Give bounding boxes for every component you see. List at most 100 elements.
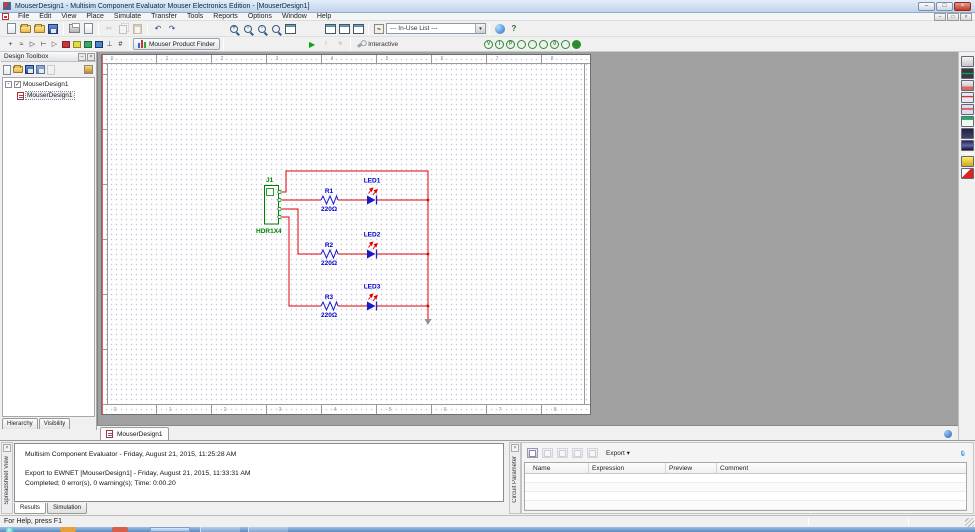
column-preview[interactable]: Preview bbox=[669, 463, 692, 474]
zoom-full-button[interactable] bbox=[283, 22, 297, 36]
panel-minimize-button[interactable]: – bbox=[78, 53, 86, 61]
maximize-button[interactable]: □ bbox=[936, 2, 953, 11]
print-button[interactable] bbox=[67, 22, 81, 36]
results-output[interactable]: Multisim Component Evaluator - Friday, A… bbox=[14, 443, 504, 502]
toggle-netlist-viewer-button[interactable] bbox=[351, 22, 365, 36]
oscilloscope-button[interactable] bbox=[961, 92, 974, 103]
menu-file[interactable]: File bbox=[13, 13, 34, 21]
current-clamp-button[interactable] bbox=[961, 168, 974, 179]
logic-analyzer-button[interactable] bbox=[961, 140, 974, 151]
new-button[interactable] bbox=[4, 22, 18, 36]
tree-checkbox[interactable]: ✓ bbox=[14, 81, 21, 88]
tree-root-label[interactable]: MouserDesign1 bbox=[23, 81, 69, 88]
taskbar-item[interactable] bbox=[60, 527, 76, 532]
spreadsheet-close-button[interactable]: × bbox=[3, 444, 11, 452]
place-misc-digital-button[interactable] bbox=[82, 38, 93, 50]
open-button[interactable] bbox=[18, 22, 32, 36]
move-down-button[interactable] bbox=[572, 448, 583, 458]
probe-diff-voltage-icon[interactable] bbox=[517, 40, 526, 49]
place-ttl-button[interactable] bbox=[60, 38, 71, 50]
resistor-r1[interactable]: R1 220Ω bbox=[321, 188, 338, 213]
tab-mouserdesign1[interactable]: MouserDesign1 bbox=[100, 427, 169, 440]
mdi-document-icon[interactable] bbox=[2, 13, 9, 20]
save-button[interactable] bbox=[46, 22, 60, 36]
move-up-button[interactable] bbox=[557, 448, 568, 458]
column-expression[interactable]: Expression bbox=[592, 463, 624, 474]
print-preview-button[interactable] bbox=[81, 22, 95, 36]
tab-bar-globe-icon[interactable] bbox=[944, 430, 952, 438]
panel-close-button[interactable]: × bbox=[87, 53, 95, 61]
help-button[interactable]: ? bbox=[961, 450, 965, 456]
close-button[interactable]: × bbox=[954, 2, 971, 11]
open-design-icon[interactable] bbox=[13, 66, 23, 73]
delete-icon[interactable] bbox=[47, 65, 55, 75]
place-indicator-button[interactable] bbox=[93, 38, 104, 50]
probe-settings-icon[interactable] bbox=[572, 40, 581, 49]
add-parameter-button[interactable] bbox=[527, 448, 538, 458]
circuit-parameters-close-button[interactable]: × bbox=[511, 444, 519, 452]
wires[interactable] bbox=[282, 171, 428, 320]
menu-window[interactable]: Window bbox=[277, 13, 312, 21]
parameters-table[interactable]: Name Expression Preview Comment bbox=[524, 462, 967, 511]
place-diode-button[interactable]: ▷ bbox=[27, 38, 38, 50]
probe-volt-current-icon[interactable] bbox=[528, 40, 537, 49]
probe-clamp-icon[interactable] bbox=[561, 40, 570, 49]
connector-j1[interactable]: J1 HDR1X4 bbox=[256, 177, 282, 235]
column-comment[interactable]: Comment bbox=[720, 463, 748, 474]
menu-edit[interactable]: Edit bbox=[34, 13, 56, 21]
place-analog-button[interactable]: ▷ bbox=[49, 38, 60, 50]
function-generator-button[interactable] bbox=[961, 68, 974, 79]
tab-results[interactable]: Results bbox=[14, 503, 46, 514]
resistor-r2[interactable]: R2 220Ω bbox=[321, 242, 338, 267]
run-simulation-button[interactable]: ▶ bbox=[305, 37, 319, 51]
place-connector-button[interactable]: # bbox=[115, 38, 126, 50]
toggle-spreadsheet-view-button[interactable] bbox=[337, 22, 351, 36]
menu-reports[interactable]: Reports bbox=[208, 13, 243, 21]
toggle-design-toolbox-button[interactable] bbox=[323, 22, 337, 36]
tab-hierarchy[interactable]: Hierarchy bbox=[2, 418, 38, 429]
table-row[interactable] bbox=[525, 501, 966, 510]
tab-simulation[interactable]: Simulation bbox=[47, 503, 87, 514]
chevron-down-icon[interactable]: ▼ bbox=[475, 24, 485, 33]
place-transistor-button[interactable]: ⊢ bbox=[38, 38, 49, 50]
probe-voltage-icon[interactable]: V bbox=[484, 40, 493, 49]
redo-button[interactable]: ↷ bbox=[165, 22, 179, 36]
export-menu-button[interactable]: Export ▾ bbox=[606, 449, 630, 457]
taskbar-item[interactable] bbox=[200, 527, 240, 532]
mdi-restore-button[interactable]: □ bbox=[947, 13, 959, 21]
probe-current-icon[interactable]: I bbox=[495, 40, 504, 49]
table-row[interactable] bbox=[525, 492, 966, 501]
taskbar-item[interactable] bbox=[248, 527, 288, 532]
menu-place[interactable]: Place bbox=[81, 13, 109, 21]
four-channel-oscilloscope-button[interactable] bbox=[961, 104, 974, 115]
design-settings-icon[interactable] bbox=[84, 65, 93, 74]
table-row[interactable] bbox=[525, 483, 966, 492]
education-web-button[interactable] bbox=[493, 22, 507, 36]
tree-child-label[interactable]: MouserDesign1 bbox=[26, 92, 74, 99]
zoom-out-button[interactable]: - bbox=[241, 22, 255, 36]
taskbar-item-active[interactable] bbox=[150, 527, 190, 532]
menu-tools[interactable]: Tools bbox=[182, 13, 208, 21]
menu-transfer[interactable]: Transfer bbox=[146, 13, 182, 21]
tab-visibility[interactable]: Visibility bbox=[39, 418, 71, 429]
in-use-list-select[interactable]: --- In-Use List --- ▼ bbox=[386, 23, 486, 34]
bode-plotter-button[interactable] bbox=[961, 116, 974, 127]
tree-child-row[interactable]: MouserDesign1 bbox=[3, 91, 94, 100]
tree-root-row[interactable]: - ✓ MouserDesign1 bbox=[3, 80, 94, 89]
stop-simulation-button[interactable]: ■ bbox=[333, 37, 347, 51]
place-source-button[interactable]: + bbox=[5, 38, 16, 50]
place-cmos-button[interactable] bbox=[71, 38, 82, 50]
frequency-counter-button[interactable] bbox=[961, 128, 974, 139]
delete-parameter-button[interactable] bbox=[542, 448, 553, 458]
zoom-fit-button[interactable] bbox=[269, 22, 283, 36]
mouser-product-finder-button[interactable]: Mouser Product Finder bbox=[133, 38, 220, 50]
menu-view[interactable]: View bbox=[56, 13, 81, 21]
open-sample-button[interactable] bbox=[32, 22, 46, 36]
mdi-close-button[interactable]: × bbox=[960, 13, 972, 21]
place-basic-button[interactable]: ≈ bbox=[16, 38, 27, 50]
save-design-icon[interactable] bbox=[25, 65, 34, 74]
undo-button[interactable]: ↶ bbox=[151, 22, 165, 36]
paste-button[interactable] bbox=[130, 22, 144, 36]
new-sheet-icon[interactable] bbox=[3, 65, 11, 75]
menu-options[interactable]: Options bbox=[243, 13, 277, 21]
